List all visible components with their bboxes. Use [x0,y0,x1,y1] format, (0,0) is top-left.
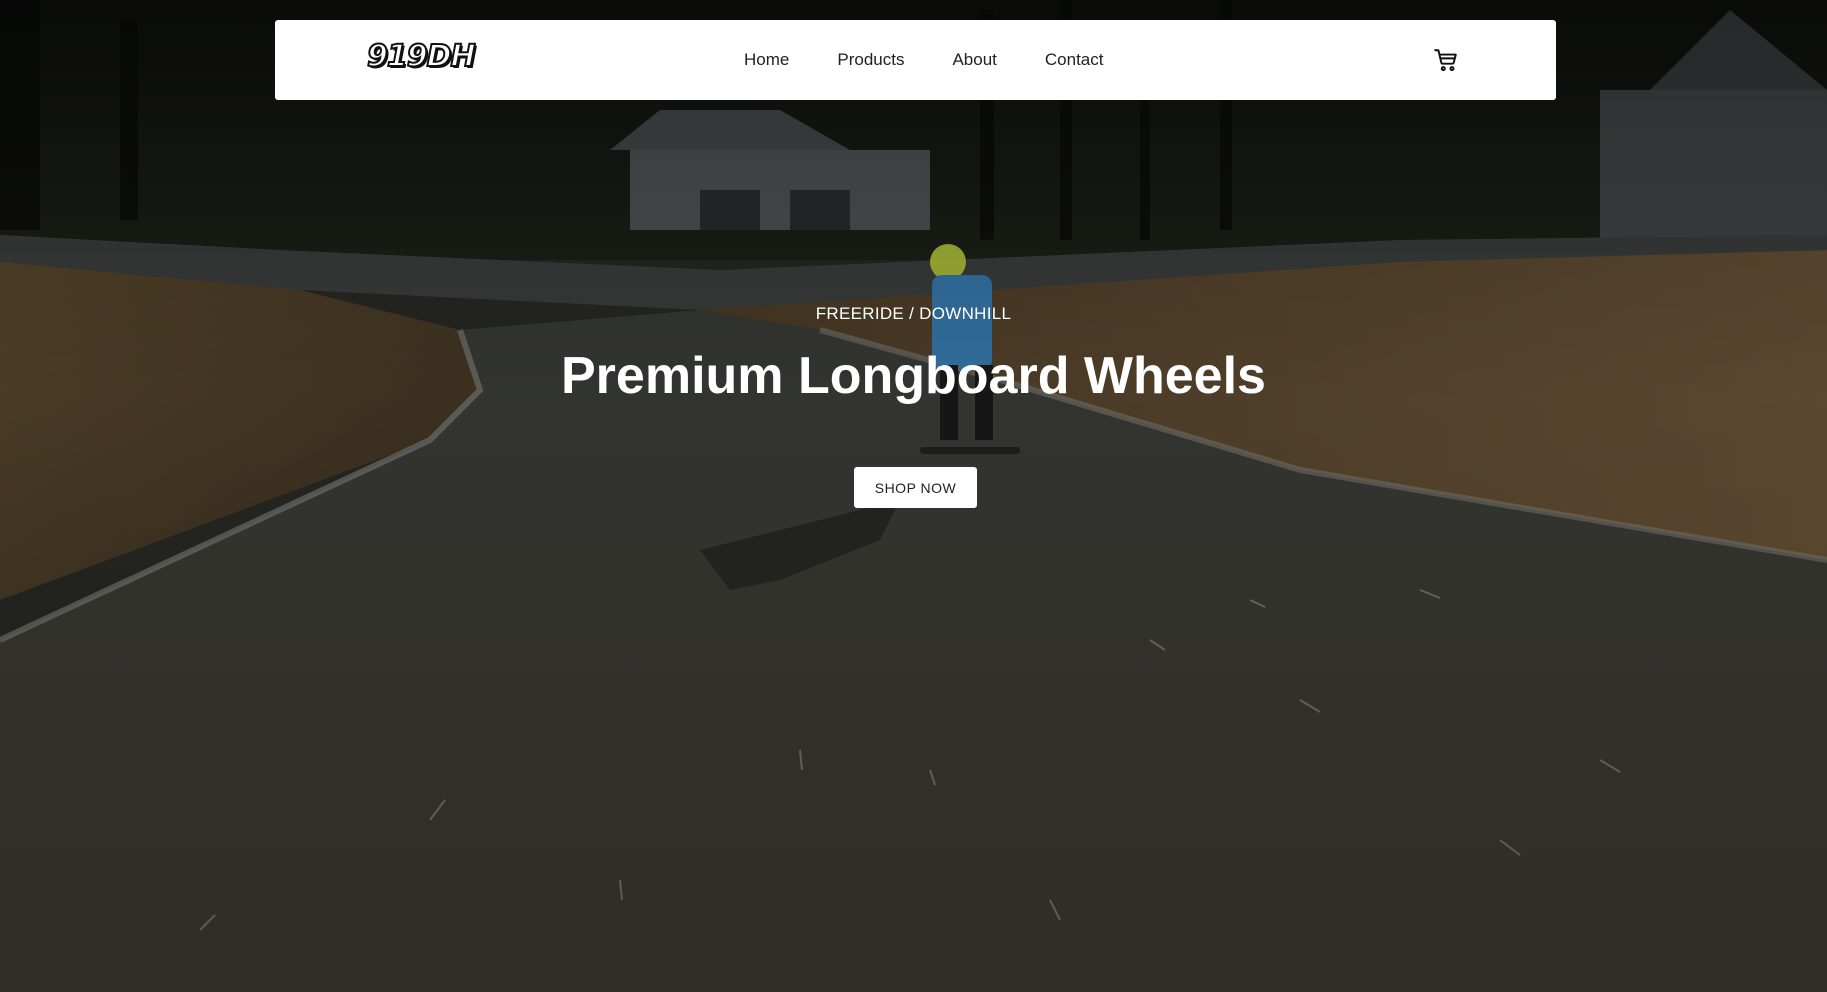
hero-section: 919DH Home Products About Contact FREERI… [0,0,1827,992]
hero-headline: Premium Longboard Wheels [561,347,1266,405]
nav-link-home[interactable]: Home [744,50,789,70]
navbar: 919DH Home Products About Contact [275,20,1556,100]
cart-icon[interactable] [1433,47,1459,73]
nav-links: Home Products About Contact [744,20,1103,100]
shop-now-button[interactable]: SHOP NOW [854,467,977,508]
nav-link-products[interactable]: Products [837,50,904,70]
brand-logo[interactable]: 919DH [366,41,477,73]
nav-link-about[interactable]: About [952,50,996,70]
hero-eyebrow: FREERIDE / DOWNHILL [815,304,1012,323]
nav-link-contact[interactable]: Contact [1045,50,1104,70]
